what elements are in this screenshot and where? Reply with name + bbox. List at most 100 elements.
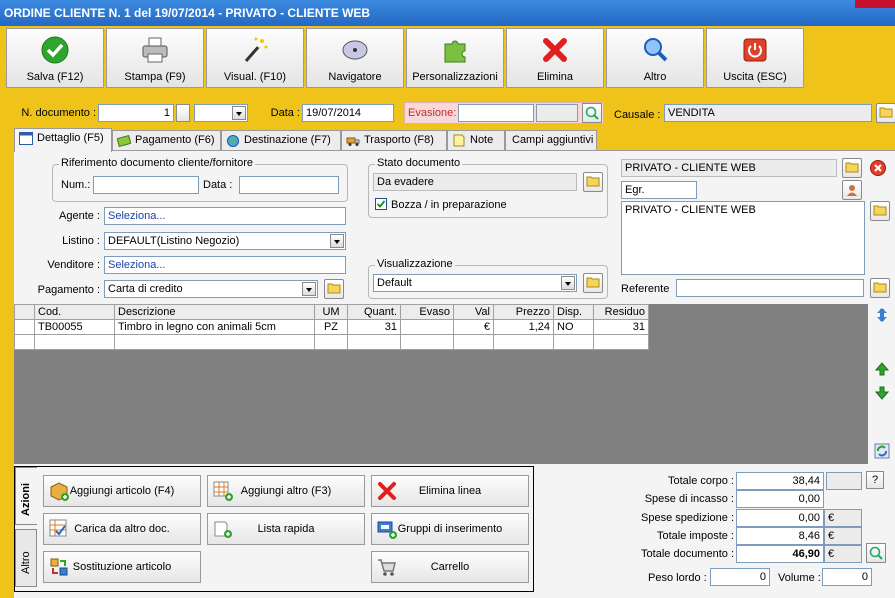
causale-browse-button[interactable] [876, 103, 895, 123]
cliente-clear-button[interactable] [870, 160, 886, 176]
table-cell[interactable]: NO [553, 319, 594, 335]
column-header[interactable]: Prezzo [493, 304, 554, 320]
column-header[interactable]: Evaso [400, 304, 454, 320]
table-cell[interactable] [347, 334, 401, 350]
table-cell[interactable] [493, 334, 554, 350]
delete-line-button[interactable]: Elimina linea [371, 475, 529, 507]
spese-incasso-value[interactable]: 0,00 [736, 490, 824, 508]
replace-article-button[interactable]: Sostituzione articolo [43, 551, 201, 583]
cart-button[interactable]: Carrello [371, 551, 529, 583]
column-header[interactable]: Quant. [347, 304, 401, 320]
refresh-icon[interactable] [874, 443, 890, 459]
pagamento-select[interactable]: Carta di credito [104, 280, 318, 298]
insert-groups-button[interactable]: Gruppi di inserimento [371, 513, 529, 545]
evasione-zoom-button[interactable] [582, 103, 602, 123]
tab-dettaglio[interactable]: Dettaglio (F5) [14, 128, 112, 152]
preview-button[interactable]: Visual. (F10) [206, 28, 304, 88]
row-selector[interactable] [14, 319, 35, 335]
exit-button[interactable]: Uscita (ESC) [706, 28, 804, 88]
evasione-label: Evasione: [408, 107, 457, 119]
table-cell[interactable]: PZ [314, 319, 348, 335]
load-from-doc-button[interactable]: Carica da altro doc. [43, 513, 201, 545]
tab-pagamento[interactable]: Pagamento (F6) [112, 130, 221, 150]
table-cell[interactable]: TB00055 [34, 319, 115, 335]
navigator-button[interactable]: Navigatore [306, 28, 404, 88]
tab-destinazione[interactable]: Destinazione (F7) [221, 130, 341, 150]
referente-input[interactable] [676, 279, 864, 297]
riferimento-group: Riferimento documento cliente/fornitore … [52, 157, 348, 202]
column-header[interactable]: Val [453, 304, 494, 320]
evasione-input[interactable] [458, 104, 534, 122]
help-button[interactable]: ? [866, 471, 884, 489]
visualizzazione-select[interactable]: Default [373, 274, 577, 292]
address-browse-button[interactable] [870, 201, 890, 221]
table-row-empty[interactable] [14, 334, 649, 350]
column-header[interactable]: Disp. [553, 304, 594, 320]
visualizzazione-browse-button[interactable] [583, 273, 603, 293]
delete-button[interactable]: Elimina [506, 28, 604, 88]
tab-campi-aggiuntivi[interactable]: Campi aggiuntivi [505, 130, 597, 150]
column-header[interactable]: Cod. [34, 304, 115, 320]
row-selector[interactable] [14, 334, 35, 350]
tab-trasporto-label: Trasporto (F8) [364, 134, 434, 146]
arrow-up-icon[interactable] [874, 361, 890, 377]
tab-note[interactable]: Note [447, 130, 505, 150]
ndoc-input[interactable]: 1 [98, 104, 174, 122]
table-cell[interactable] [593, 334, 649, 350]
column-header[interactable]: UM [314, 304, 348, 320]
tab-azioni[interactable]: Azioni [15, 467, 37, 525]
table-cell[interactable] [34, 334, 115, 350]
column-header[interactable]: Descrizione [114, 304, 315, 320]
items-grid[interactable]: Cod. Descrizione UM Quant. Evaso Val Pre… [14, 304, 868, 464]
listino-select[interactable]: DEFAULT(Listino Negozio) [104, 232, 346, 250]
customize-button[interactable]: Personalizzazioni [406, 28, 504, 88]
table-cell[interactable] [400, 334, 454, 350]
pagamento-browse-button[interactable] [324, 279, 344, 299]
table-cell[interactable]: € [453, 319, 494, 335]
save-button[interactable]: Salva (F12) [6, 28, 104, 88]
spese-spedizione-value[interactable]: 0,00 [736, 509, 824, 527]
totale-zoom-button[interactable] [866, 543, 886, 563]
bozza-checkbox[interactable] [375, 198, 387, 210]
tab-trasporto[interactable]: Trasporto (F8) [341, 130, 447, 150]
cliente-address-area[interactable]: PRIVATO - CLIENTE WEB [621, 201, 865, 275]
ndoc-series-select[interactable] [194, 104, 248, 122]
folder-icon [879, 107, 893, 118]
chevron-down-icon [330, 234, 344, 248]
add-other-button[interactable]: Aggiungi altro (F3) [207, 475, 365, 507]
table-cell[interactable]: Timbro in legno con animali 5cm [114, 319, 315, 335]
print-button[interactable]: Stampa (F9) [106, 28, 204, 88]
date-input[interactable]: 19/07/2014 [302, 104, 394, 122]
table-cell[interactable] [114, 334, 315, 350]
cliente-egr-field[interactable]: Egr. [621, 181, 697, 199]
close-icon [874, 164, 882, 172]
add-article-button[interactable]: Aggiungi articolo (F4) [43, 475, 201, 507]
other-button[interactable]: Altro [606, 28, 704, 88]
table-cell[interactable] [314, 334, 348, 350]
ndoc-spin-button[interactable] [176, 104, 190, 122]
person-card-icon [847, 185, 857, 196]
venditore-input[interactable]: Seleziona... [104, 256, 346, 274]
table-cell[interactable]: 1,24 [493, 319, 554, 335]
table-cell[interactable] [453, 334, 494, 350]
causale-input[interactable]: VENDITA [664, 104, 872, 122]
arrow-down-icon[interactable] [874, 385, 890, 401]
tab-altro[interactable]: Altro [15, 529, 37, 587]
move-to-top-icon[interactable] [874, 307, 890, 323]
quick-list-button[interactable]: Lista rapida [207, 513, 365, 545]
stato-browse-button[interactable] [583, 172, 603, 192]
cliente-browse-button[interactable] [842, 158, 862, 178]
table-row[interactable]: TB00055 Timbro in legno con animali 5cm … [14, 319, 649, 335]
volume-input[interactable]: 0 [822, 568, 872, 586]
riferimento-data-input[interactable] [239, 176, 339, 194]
riferimento-num-input[interactable] [93, 176, 199, 194]
referente-browse-button[interactable] [870, 278, 890, 298]
table-cell[interactable] [400, 319, 454, 335]
table-cell[interactable] [553, 334, 594, 350]
agente-input[interactable]: Seleziona... [104, 207, 346, 225]
table-cell[interactable]: 31 [347, 319, 401, 335]
column-header[interactable]: Residuo [593, 304, 649, 320]
cliente-card-button[interactable] [842, 180, 862, 200]
table-cell[interactable]: 31 [593, 319, 649, 335]
peso-lordo-input[interactable]: 0 [710, 568, 770, 586]
